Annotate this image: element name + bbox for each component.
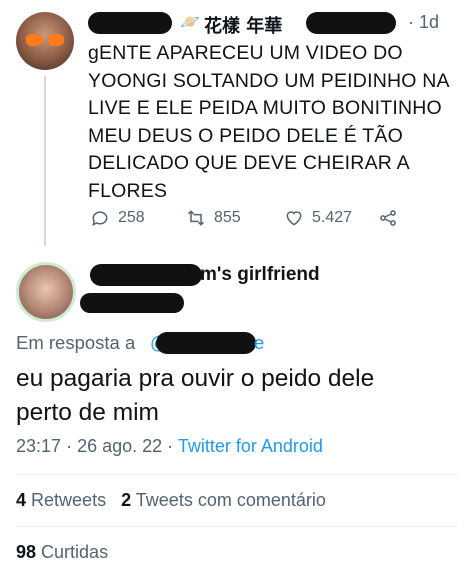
parent-tweet-text: gENTE APARECEU UM VIDEO DO YOONGI SOLTAN… [88,42,450,202]
meta-separator: · [66,436,73,456]
thread-line [44,76,46,246]
parent-avatar[interactable] [16,12,74,70]
redacted-reply-handle [156,332,256,354]
redacted-handle [306,12,396,34]
likes-stat[interactable]: 98 Curtidas [16,542,108,563]
parent-display-name[interactable]: 花樣 年華 [204,12,282,38]
avatar-glasses [26,34,64,46]
reply-button[interactable]: 258 [90,208,145,228]
focused-tweet-text: eu pagaria pra ouvir o peido dele perto … [16,365,375,426]
share-button[interactable] [378,208,398,228]
parent-actions: 258 855 5.427 [88,208,418,232]
like-count: 5.427 [312,209,353,226]
tweet-date[interactable]: 26 ago. 22 [77,436,162,456]
quotes-stat[interactable]: 2 Tweets com comentário [121,490,326,510]
parent-header: 🪐 花樣 年華 · 1d [88,10,458,37]
author-avatar[interactable] [16,262,76,322]
redacted-name-part [90,264,202,286]
reply-count: 258 [118,209,145,226]
reply-to-handle-end[interactable]: e [254,332,264,354]
retweet-button[interactable]: 855 [186,208,241,228]
divider [16,526,458,527]
retweets-stat[interactable]: 4 Retweets [16,490,106,510]
tweet-time[interactable]: 23:17 [16,436,61,456]
reply-to-label: Em resposta a [16,332,136,353]
author-display-name[interactable]: m's girlfriend [200,264,320,286]
engagement-stats: 4 Retweets 2 Tweets com comentário [16,490,326,511]
planet-emoji-icon: 🪐 [180,14,200,31]
tweet-meta: 23:17 · 26 ago. 22 · Twitter for Android [16,436,323,457]
retweet-count: 855 [214,209,241,226]
redacted-handle [80,293,184,313]
parent-timestamp[interactable]: · 1d [408,12,439,33]
like-button[interactable]: 5.427 [284,208,352,228]
divider [16,474,458,475]
retweet-icon [187,210,205,226]
heart-icon [286,211,302,226]
reply-icon [92,211,108,227]
meta-separator: · [167,436,174,456]
redacted-name [88,12,172,34]
tweet-source[interactable]: Twitter for Android [178,436,323,456]
share-icon [380,210,396,226]
